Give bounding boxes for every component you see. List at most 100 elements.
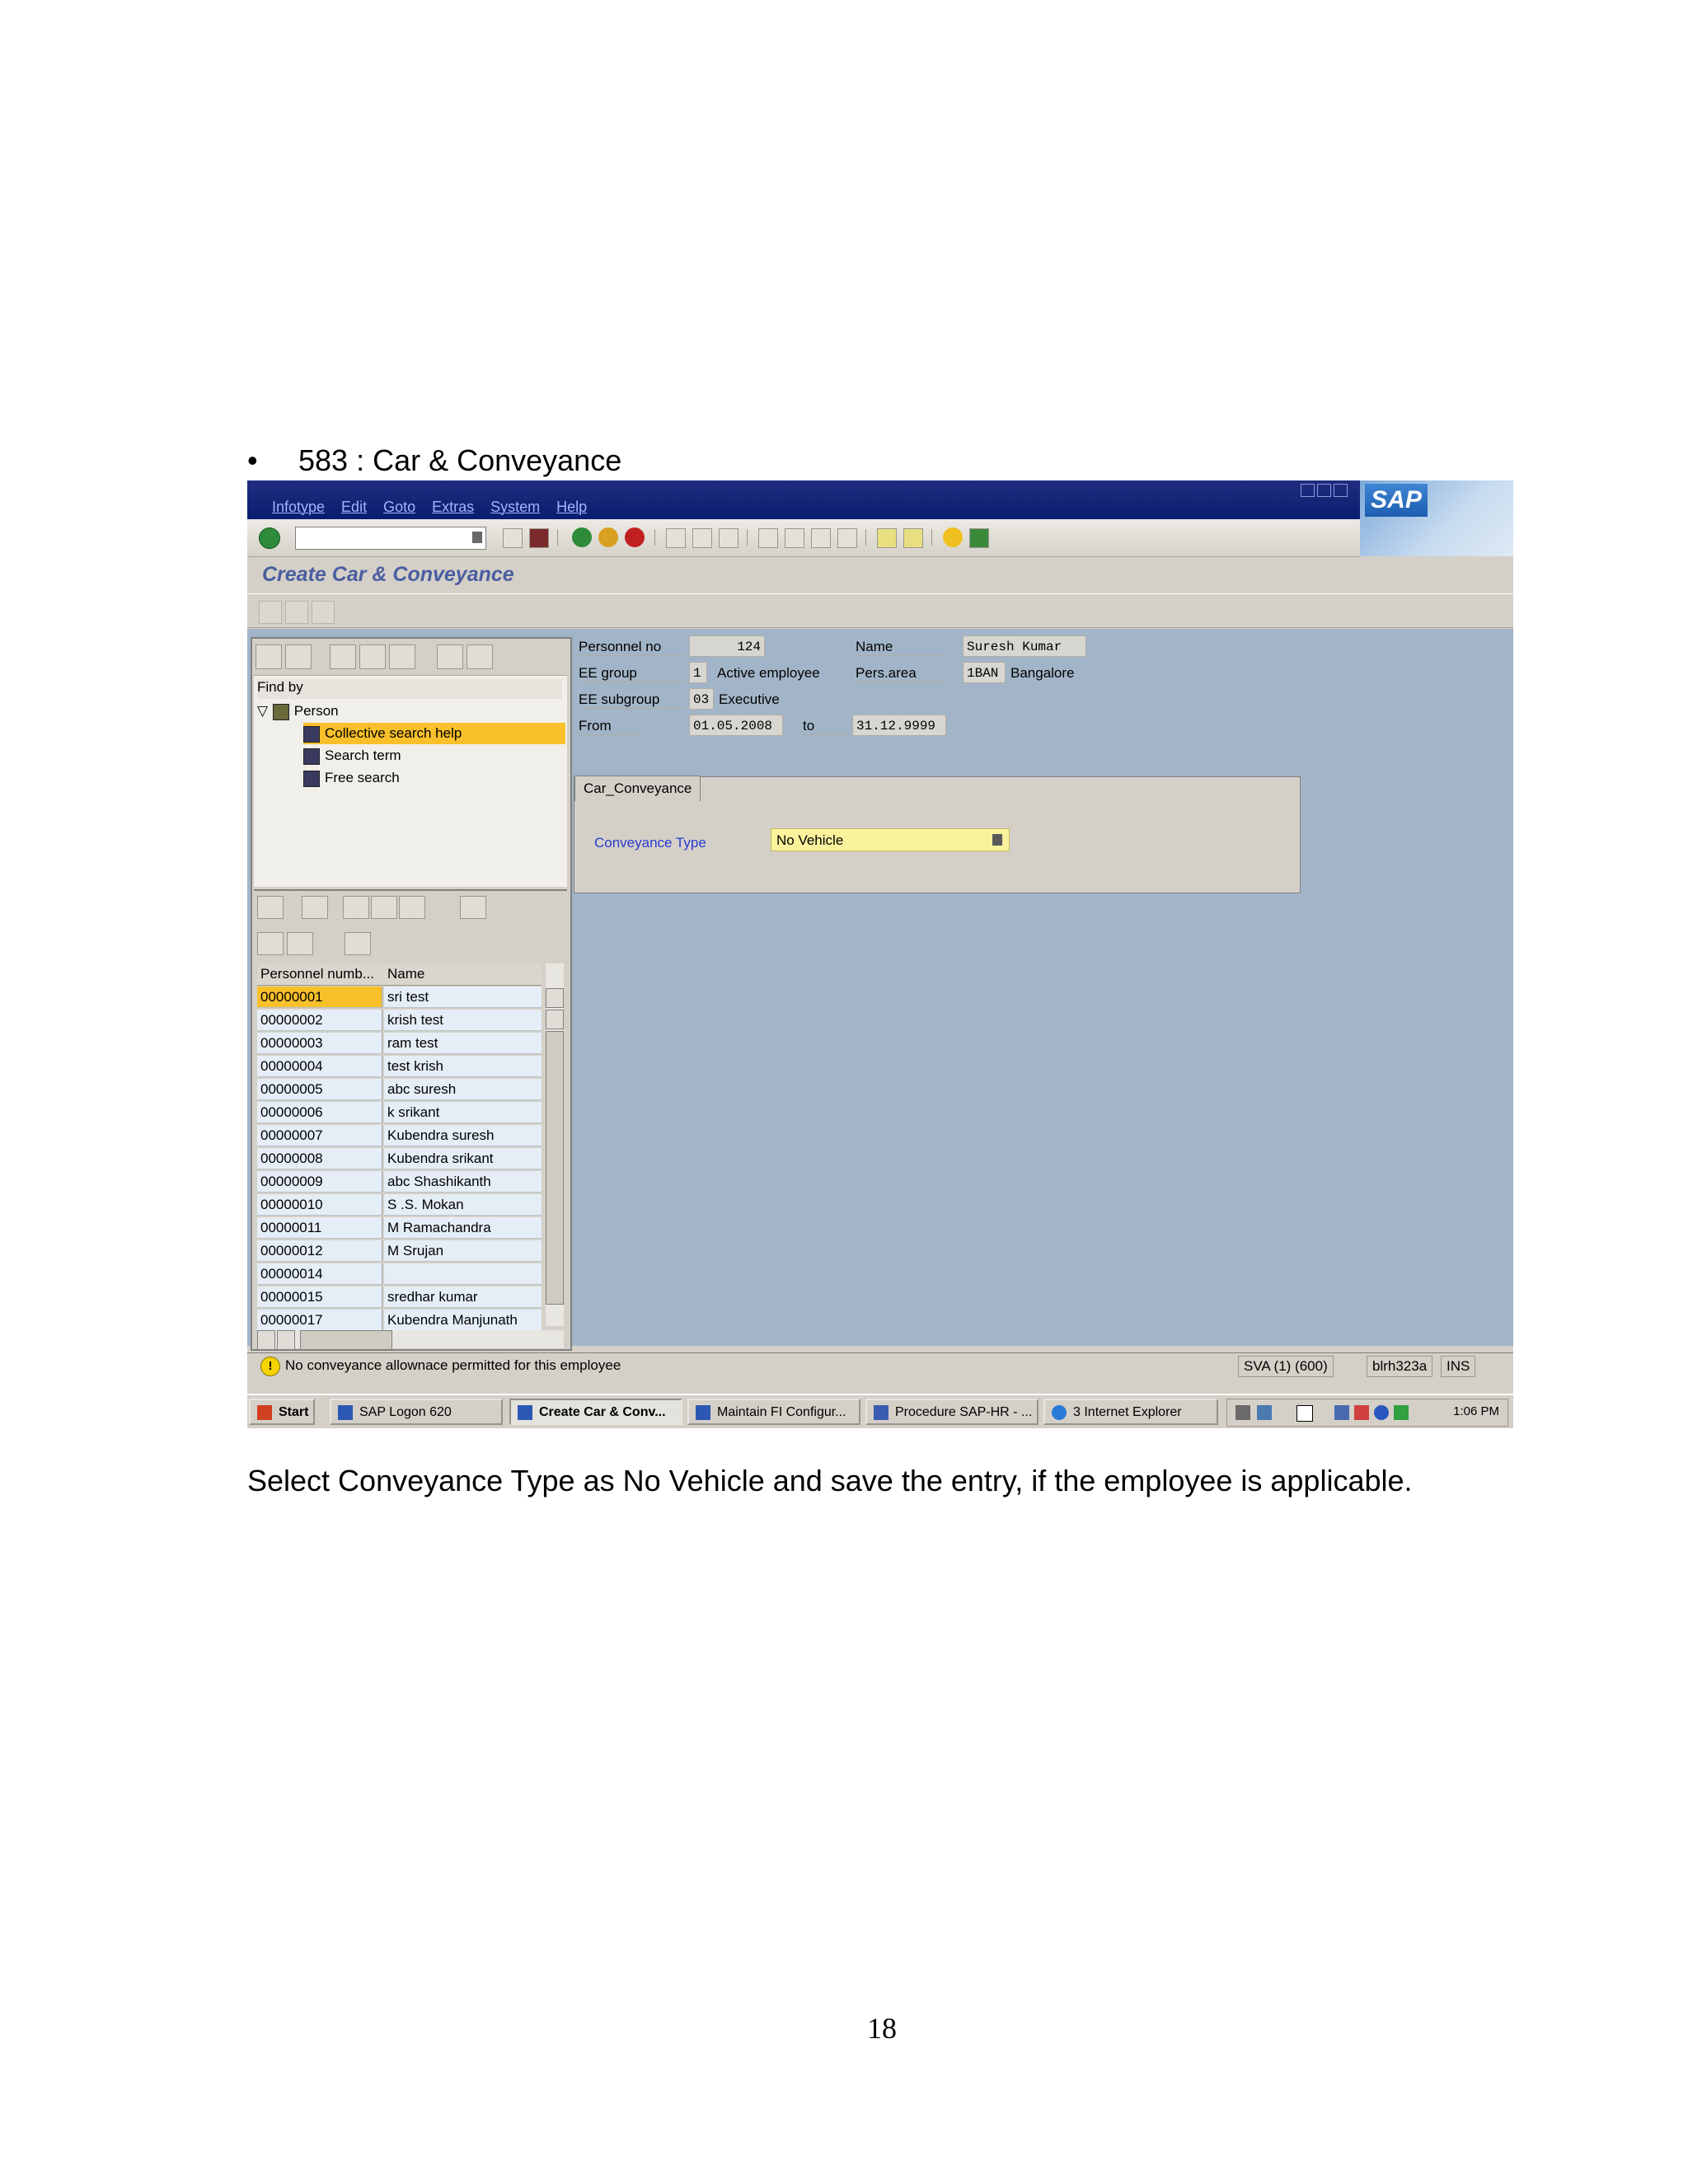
table-row[interactable]: 00000004 test krish (257, 1056, 542, 1078)
status-message[interactable]: No conveyance allownace permitted for th… (285, 1357, 621, 1374)
save-icon[interactable] (529, 528, 549, 548)
messenger-icon[interactable] (1374, 1405, 1389, 1420)
first-page-icon[interactable] (758, 528, 778, 548)
change-icon[interactable] (285, 601, 308, 624)
expand-icon[interactable] (437, 644, 463, 669)
previous-page-icon[interactable] (785, 528, 804, 548)
table-row[interactable]: 00000001 sri test (257, 987, 542, 1009)
scroll-thumb[interactable] (300, 1330, 392, 1350)
delete-search-icon[interactable] (389, 644, 415, 669)
tree-node-search-term[interactable]: Search term (303, 745, 401, 766)
table-row[interactable]: 00000011 M Ramachandra (257, 1217, 542, 1240)
menu-help[interactable]: Help (556, 499, 587, 516)
column-settings-icon[interactable] (345, 932, 371, 955)
table-row[interactable]: 00000005 abc suresh (257, 1079, 542, 1101)
display-icon[interactable] (259, 601, 282, 624)
scroll-up-icon[interactable] (546, 988, 564, 1008)
help-icon[interactable] (943, 527, 963, 547)
find-icon[interactable] (302, 896, 328, 919)
value-help-icon[interactable] (992, 834, 1002, 846)
maximize-icon[interactable] (1317, 484, 1331, 497)
last-page-icon[interactable] (837, 528, 857, 548)
scroll-down-icon[interactable] (546, 1010, 564, 1029)
export-icon[interactable] (460, 896, 486, 919)
minimize-icon[interactable] (1301, 484, 1315, 497)
sort-descending-icon[interactable] (371, 896, 397, 919)
vertical-scrollbar[interactable] (546, 963, 564, 1326)
exit-icon[interactable] (598, 527, 618, 547)
antivirus-icon[interactable] (1354, 1405, 1369, 1420)
table-row[interactable]: 00000012 M Srujan (257, 1240, 542, 1263)
table-row[interactable]: 00000008 Kubendra srikant (257, 1148, 542, 1170)
enter-icon[interactable] (259, 527, 280, 549)
menu-system[interactable]: System (490, 499, 540, 516)
back-arrow-icon[interactable] (503, 528, 523, 548)
menu-goto[interactable]: Goto (383, 499, 415, 516)
insert-mode[interactable]: INS (1441, 1356, 1476, 1377)
print-icon[interactable] (257, 932, 284, 955)
menu-extras[interactable]: Extras (432, 499, 474, 516)
tree-node-free-search[interactable]: Free search (303, 767, 400, 789)
table-row[interactable]: 00000014 (257, 1263, 542, 1286)
task-sap-logon[interactable]: SAP Logon 620 (330, 1399, 503, 1425)
find-next-icon[interactable] (719, 528, 738, 548)
table-row[interactable]: 00000010 S .S. Mokan (257, 1194, 542, 1216)
close-icon[interactable] (1334, 484, 1348, 497)
tab-car-conveyance[interactable]: Car_Conveyance (574, 776, 701, 801)
back-icon[interactable] (572, 527, 592, 547)
task-create-car-conveyance[interactable]: Create Car & Conv... (509, 1399, 682, 1425)
table-row[interactable]: 00000002 krish test (257, 1010, 542, 1032)
task-internet-explorer[interactable]: 3 Internet Explorer (1043, 1399, 1218, 1425)
system-info[interactable]: SVA (1) (600) (1238, 1356, 1334, 1377)
table-row[interactable]: 00000009 abc Shashikanth (257, 1171, 542, 1193)
start-label: Start (279, 1405, 309, 1419)
table-row[interactable]: 00000015 sredhar kumar (257, 1286, 542, 1309)
nav-forward-icon[interactable] (285, 644, 312, 669)
display-settings-icon[interactable] (1394, 1405, 1409, 1420)
start-button[interactable]: Start (249, 1399, 315, 1425)
layout-icon[interactable] (287, 932, 313, 955)
find-icon[interactable] (692, 528, 712, 548)
nav-back-icon[interactable] (256, 644, 282, 669)
ee-subgroup-text: Executive (719, 691, 780, 707)
save-search-icon[interactable] (359, 644, 386, 669)
table-row[interactable]: 00000017 Kubendra Manjunath (257, 1310, 542, 1332)
shortcut-icon[interactable] (903, 528, 923, 548)
scroll-left-icon[interactable] (257, 1330, 275, 1350)
sort-ascending-icon[interactable] (343, 896, 369, 919)
chevron-down-icon[interactable]: ▽ (257, 701, 269, 722)
layout-menu-icon[interactable] (969, 528, 989, 548)
cell-name: M Ramachandra (384, 1217, 542, 1239)
menu-infotype[interactable]: Infotype (272, 499, 325, 516)
details-icon[interactable] (257, 896, 284, 919)
print-icon[interactable] (666, 528, 686, 548)
filter-icon[interactable] (399, 896, 425, 919)
scroll-right-icon[interactable] (277, 1330, 295, 1350)
new-session-icon[interactable] (877, 528, 897, 548)
command-history-icon[interactable] (472, 532, 482, 543)
collapse-icon[interactable] (467, 644, 493, 669)
monitor-icon[interactable] (1257, 1405, 1272, 1420)
table-row[interactable]: 00000007 Kubendra suresh (257, 1125, 542, 1147)
cancel-icon[interactable] (625, 527, 645, 547)
column-header-personnel-number[interactable]: Personnel numb... (260, 966, 374, 982)
tree-node-collective-search-help[interactable]: Collective search help (303, 723, 565, 744)
command-field[interactable] (295, 527, 486, 550)
new-search-icon[interactable] (330, 644, 356, 669)
network-icon[interactable] (1334, 1405, 1349, 1420)
menu-edit[interactable]: Edit (341, 499, 367, 516)
tree-node-person[interactable]: ▽ Person (257, 701, 339, 722)
person-icon[interactable] (312, 601, 335, 624)
scroll-thumb[interactable] (546, 1031, 564, 1305)
table-row[interactable]: 00000006 k srikant (257, 1102, 542, 1124)
task-procedure-sap-hr[interactable]: Procedure SAP-HR - ... (865, 1399, 1039, 1425)
connection-icon[interactable] (1236, 1405, 1250, 1420)
table-row[interactable]: 00000003 ram test (257, 1033, 542, 1055)
help-icon[interactable] (1296, 1405, 1313, 1422)
horizontal-scrollbar[interactable] (257, 1330, 564, 1350)
next-page-icon[interactable] (811, 528, 831, 548)
conveyance-type-field[interactable]: No Vehicle (771, 828, 1010, 851)
task-maintain-fi-config[interactable]: Maintain FI Configur... (687, 1399, 860, 1425)
column-header-name[interactable]: Name (387, 966, 424, 982)
server-info[interactable]: blrh323a (1367, 1356, 1433, 1377)
